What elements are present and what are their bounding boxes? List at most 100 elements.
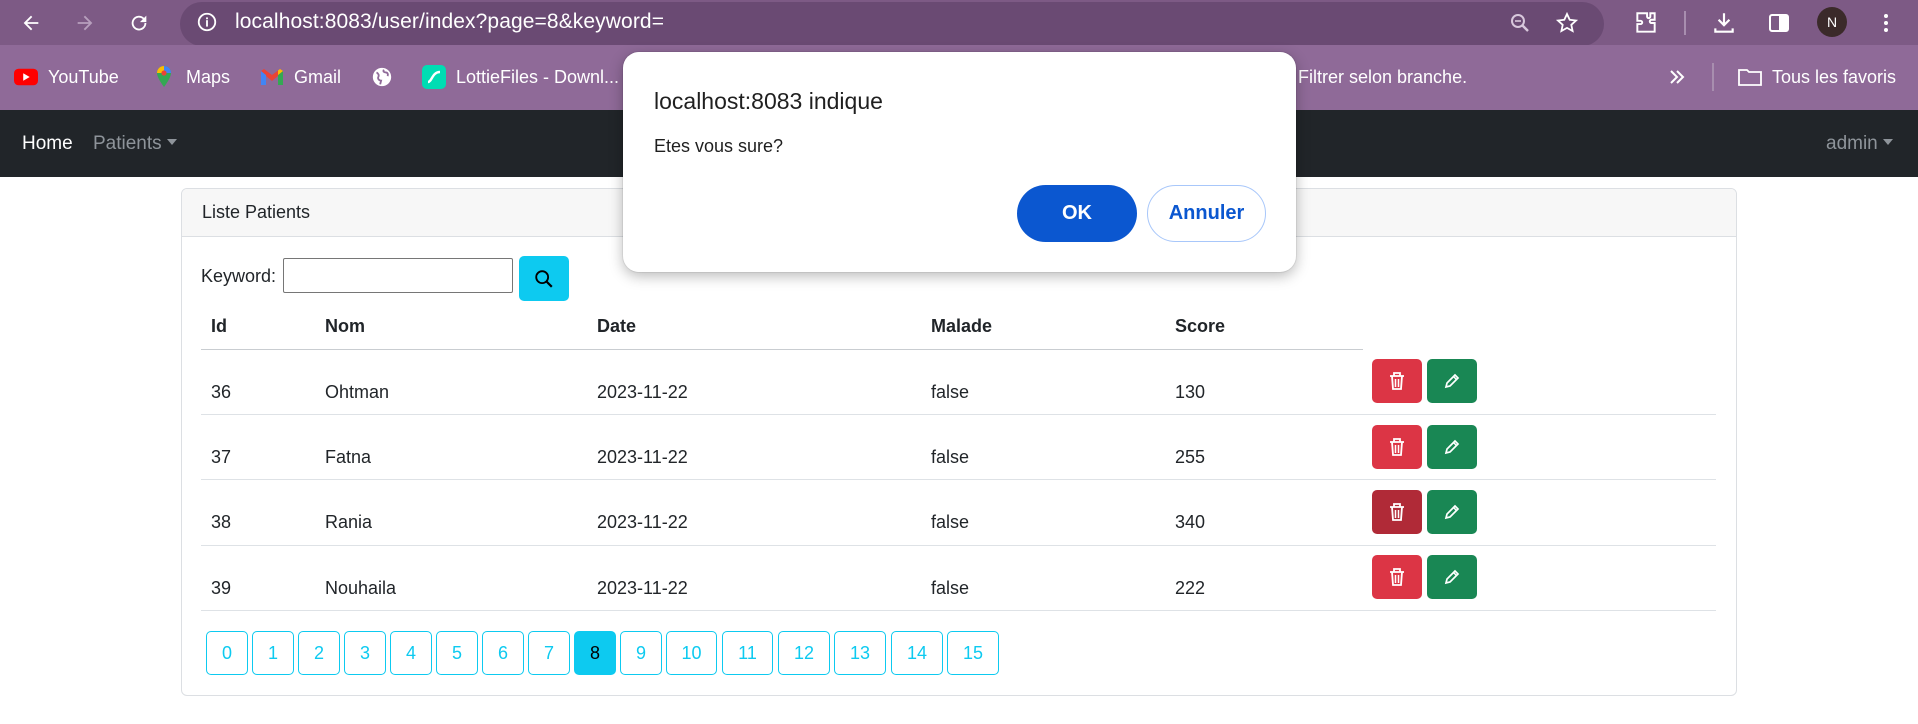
page-button[interactable]: 2 [298,631,340,675]
page-button[interactable]: 15 [947,631,999,675]
column-header-malade: Malade [931,316,993,336]
page-button[interactable]: 10 [666,631,717,675]
cell-id: 36 [211,382,232,402]
cell-malade: false [931,382,970,402]
edit-button[interactable] [1427,490,1477,534]
cell-date: 2023-11-22 [597,512,688,532]
column-header-nom: Nom [325,316,365,336]
bookmark-all-favorites[interactable]: Tous les favoris [1738,63,1896,91]
pencil-icon [1444,439,1460,455]
page-button[interactable]: 9 [620,631,662,675]
bookmark-globe[interactable] [370,63,394,91]
trash-icon [1390,568,1404,586]
bookmarks-divider [1712,63,1714,91]
bookmark-youtube[interactable]: YouTube [14,63,119,91]
keyword-label: Keyword: [201,266,277,286]
cancel-button[interactable]: Annuler [1147,185,1266,242]
page-button[interactable]: 12 [778,631,830,675]
delete-button[interactable] [1372,359,1422,403]
nav-user-label: admin [1826,133,1878,154]
bookmark-label: YouTube [48,66,119,87]
cell-date: 2023-11-22 [597,447,688,467]
cell-nom: Fatna [325,447,372,467]
ok-button[interactable]: OK [1017,185,1137,242]
page-button[interactable]: 3 [344,631,386,675]
column-header-id: Id [211,316,227,336]
cell-id: 37 [211,447,232,467]
delete-button[interactable] [1372,425,1422,469]
edit-button[interactable] [1427,359,1477,403]
bookmark-filtrer[interactable]: Filtrer selon branche. [1298,63,1467,91]
keyword-input[interactable] [283,258,513,293]
globe-icon [370,65,394,89]
nav-home[interactable]: Home [22,133,73,155]
nav-user-dropdown[interactable]: admin [1826,133,1893,155]
pencil-icon [1444,504,1460,520]
page-button[interactable]: 6 [482,631,524,675]
bookmark-maps[interactable]: Maps [152,63,230,91]
header-divider [201,349,1363,350]
nav-patients-dropdown[interactable]: Patients [93,133,177,155]
page-button[interactable]: 11 [722,631,773,675]
page-button[interactable]: 14 [891,631,943,675]
dialog-message: Etes vous sure? [654,136,784,156]
cell-malade: false [931,512,970,532]
reload-icon[interactable] [122,6,156,40]
cell-id: 38 [211,512,232,532]
dialog-title: localhost:8083 indique [654,88,883,114]
url-text[interactable]: localhost:8083/user/index?page=8&keyword… [235,10,664,34]
youtube-icon [14,65,38,89]
bookmark-label: Gmail [294,66,342,87]
delete-button[interactable] [1372,490,1422,534]
delete-button[interactable] [1372,555,1422,599]
edit-button[interactable] [1427,425,1477,469]
site-info-icon[interactable] [194,9,220,35]
bookmark-lottiefiles[interactable]: LottieFiles - Downl... [422,63,619,91]
zoom-icon[interactable] [1506,9,1534,37]
trash-icon [1390,372,1404,390]
star-icon[interactable] [1553,9,1581,37]
page-button[interactable]: 7 [528,631,570,675]
page-button[interactable]: 1 [252,631,294,675]
download-icon[interactable] [1710,9,1738,37]
row-divider [201,414,1716,415]
profile-avatar[interactable]: N [1817,7,1847,37]
back-icon[interactable] [14,6,48,40]
pencil-icon [1444,569,1460,585]
caret-down-icon [166,139,177,145]
side-panel-icon[interactable] [1765,9,1793,37]
menu-kebab-icon[interactable] [1872,9,1900,37]
page-button[interactable]: 13 [834,631,886,675]
bookmark-label: LottieFiles - Downl... [456,66,620,87]
cell-nom: Ohtman [325,382,390,402]
more-bookmarks-icon[interactable] [1668,63,1686,91]
page-button[interactable]: 4 [390,631,432,675]
toolbar-divider [1684,11,1686,35]
page-button[interactable]: 0 [206,631,248,675]
row-divider [201,479,1716,480]
cell-score: 255 [1175,447,1206,467]
folder-icon [1738,65,1762,89]
confirm-dialog: localhost:8083 indique Etes vous sure? O… [623,52,1296,272]
trash-icon [1390,438,1404,456]
extensions-icon[interactable] [1632,9,1660,37]
cell-nom: Nouhaila [325,578,397,598]
column-header-score: Score [1175,316,1226,336]
page-button[interactable]: 5 [436,631,478,675]
forward-icon[interactable] [68,6,102,40]
cell-date: 2023-11-22 [597,382,688,402]
cell-score: 340 [1175,512,1206,532]
card-title: Liste Patients [202,202,311,222]
page-button-current[interactable]: 8 [574,631,616,675]
pencil-icon [1444,373,1460,389]
cell-date: 2023-11-22 [597,578,688,598]
bookmark-gmail[interactable]: Gmail [260,63,341,91]
maps-icon [152,65,176,89]
bookmark-label: Maps [186,66,231,87]
trash-icon [1390,503,1404,521]
row-divider [201,545,1716,546]
column-header-date: Date [597,316,637,336]
edit-button[interactable] [1427,555,1477,599]
search-button[interactable] [519,256,569,301]
cell-score: 130 [1175,382,1206,402]
